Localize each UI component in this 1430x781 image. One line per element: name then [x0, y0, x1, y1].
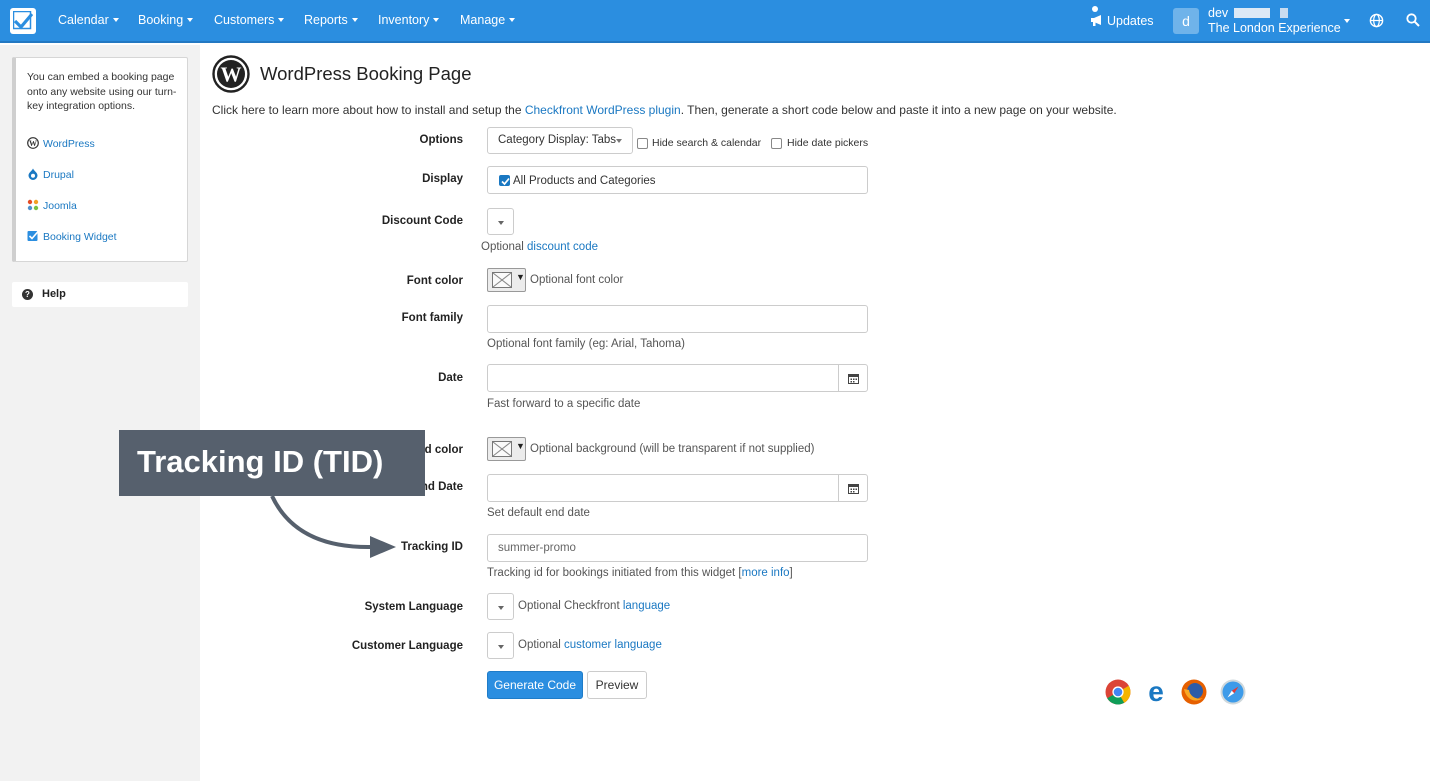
question-icon: ?: [22, 289, 33, 300]
customer-language-help: Optional customer language: [518, 639, 662, 651]
date-calendar-button[interactable]: [838, 364, 868, 392]
system-language-help: Optional Checkfront language: [518, 600, 671, 612]
category-display-select[interactable]: Category Display: Tabs: [487, 127, 633, 154]
system-language-dropdown[interactable]: [487, 593, 514, 620]
display-label: Display: [422, 173, 463, 185]
tracking-id-help: Tracking id for bookings initiated from …: [487, 567, 793, 579]
date-label: Date: [438, 372, 463, 384]
nav-booking[interactable]: Booking: [138, 13, 194, 27]
hide-dates-label: Hide date pickers: [787, 137, 869, 149]
nav-reports[interactable]: Reports: [304, 13, 358, 27]
sidebar-item-drupal[interactable]: Drupal: [27, 168, 74, 181]
avatar[interactable]: d: [1173, 8, 1199, 34]
drupal-icon: [28, 168, 38, 180]
discount-help: Optional discount code: [481, 241, 598, 253]
hide-search-checkbox[interactable]: [637, 138, 648, 149]
svg-text:e: e: [1148, 679, 1164, 705]
font-family-input[interactable]: [487, 305, 868, 333]
svg-text:W: W: [221, 63, 242, 87]
nav-manage[interactable]: Manage: [460, 13, 516, 27]
calendar-icon: [848, 484, 859, 494]
tracking-id-input[interactable]: summer-promo: [487, 534, 868, 562]
integration-panel: You can embed a booking page onto any we…: [12, 57, 188, 262]
edge-icon: e: [1148, 679, 1164, 705]
discount-code-dropdown[interactable]: [487, 208, 514, 235]
help-label: Help: [42, 288, 66, 300]
svg-text:W: W: [29, 139, 37, 148]
top-navbar: Calendar Booking Customers Reports Inven…: [0, 0, 1430, 43]
sidebar-item-joomla[interactable]: Joomla: [27, 199, 77, 212]
checkfront-logo[interactable]: [10, 8, 36, 34]
firefox-icon: [1181, 679, 1207, 705]
hide-search-label: Hide search & calendar: [652, 137, 762, 149]
chrome-icon: [1105, 679, 1131, 705]
arrow-icon: [270, 495, 396, 558]
sidebar-item-booking-widget[interactable]: Booking Widget: [27, 230, 117, 243]
calendar-icon: [848, 374, 859, 384]
font-color-help: Optional font color: [530, 274, 624, 286]
nav-inventory[interactable]: Inventory: [378, 13, 440, 27]
language-link[interactable]: language: [623, 600, 670, 612]
search-icon[interactable]: [1406, 13, 1420, 27]
megaphone-icon: [1091, 15, 1101, 26]
wordpress-logo-icon: W: [212, 55, 250, 93]
sidebar-item-wordpress[interactable]: W WordPress: [27, 137, 95, 150]
joomla-icon: [27, 199, 39, 211]
customer-language-link[interactable]: customer language: [564, 639, 662, 651]
discount-code-link[interactable]: discount code: [527, 241, 598, 253]
customer-language-dropdown[interactable]: [487, 632, 514, 659]
empty-swatch-icon: [492, 441, 512, 457]
font-color-label: Font color: [406, 275, 463, 287]
user-menu[interactable]: dev The London Experience: [1208, 6, 1341, 36]
account-name: The London Experience: [1208, 21, 1341, 35]
customer-language-label: Customer Language: [351, 640, 463, 652]
sidebar: You can embed a booking page onto any we…: [0, 45, 200, 781]
discount-code-label: Discount Code: [381, 215, 463, 227]
options-label: Options: [419, 134, 463, 146]
date-help: Fast forward to a specific date: [487, 398, 641, 410]
chevron-down-icon[interactable]: [1344, 19, 1350, 23]
updates-label: Updates: [1107, 14, 1154, 28]
safari-icon: [1220, 679, 1246, 705]
notification-dot: [1092, 6, 1098, 12]
nav-customers[interactable]: Customers: [214, 13, 285, 27]
end-date-calendar-button[interactable]: [838, 474, 868, 502]
wordpress-plugin-link[interactable]: Checkfront WordPress plugin: [525, 103, 681, 117]
redacted-text: [1280, 8, 1289, 18]
font-color-picker[interactable]: ▼: [487, 268, 526, 292]
globe-icon[interactable]: [1369, 13, 1384, 28]
all-products-checkbox[interactable]: [499, 175, 510, 186]
system-language-label: System Language: [364, 601, 463, 613]
user-name: dev: [1208, 6, 1229, 20]
font-family-label: Font family: [401, 312, 463, 324]
font-family-help: Optional font family (eg: Arial, Tahoma): [487, 338, 685, 350]
end-date-help: Set default end date: [487, 507, 590, 519]
intro-text: Click here to learn more about how to in…: [212, 103, 1117, 117]
generate-code-button[interactable]: Generate Code: [487, 671, 583, 699]
tracking-id-callout: Tracking ID (TID): [119, 430, 425, 496]
empty-swatch-icon: [492, 272, 512, 288]
nav-calendar[interactable]: Calendar: [58, 13, 119, 27]
preview-button[interactable]: Preview: [587, 671, 647, 699]
background-color-help: Optional background (will be transparent…: [530, 443, 815, 455]
help-link[interactable]: ? Help: [12, 282, 188, 307]
end-date-input[interactable]: [487, 474, 839, 502]
hide-dates-checkbox[interactable]: [771, 138, 782, 149]
all-products-label: All Products and Categories: [513, 175, 656, 187]
integration-intro: You can embed a booking page onto any we…: [27, 71, 177, 112]
background-color-picker[interactable]: ▼: [487, 437, 526, 461]
page-title: WordPress Booking Page: [260, 63, 472, 84]
date-input[interactable]: [487, 364, 839, 392]
redacted-text: [1234, 8, 1271, 18]
more-info-link[interactable]: more info: [742, 567, 790, 579]
wordpress-icon: W: [27, 137, 39, 149]
checkbox-icon: [27, 230, 39, 241]
